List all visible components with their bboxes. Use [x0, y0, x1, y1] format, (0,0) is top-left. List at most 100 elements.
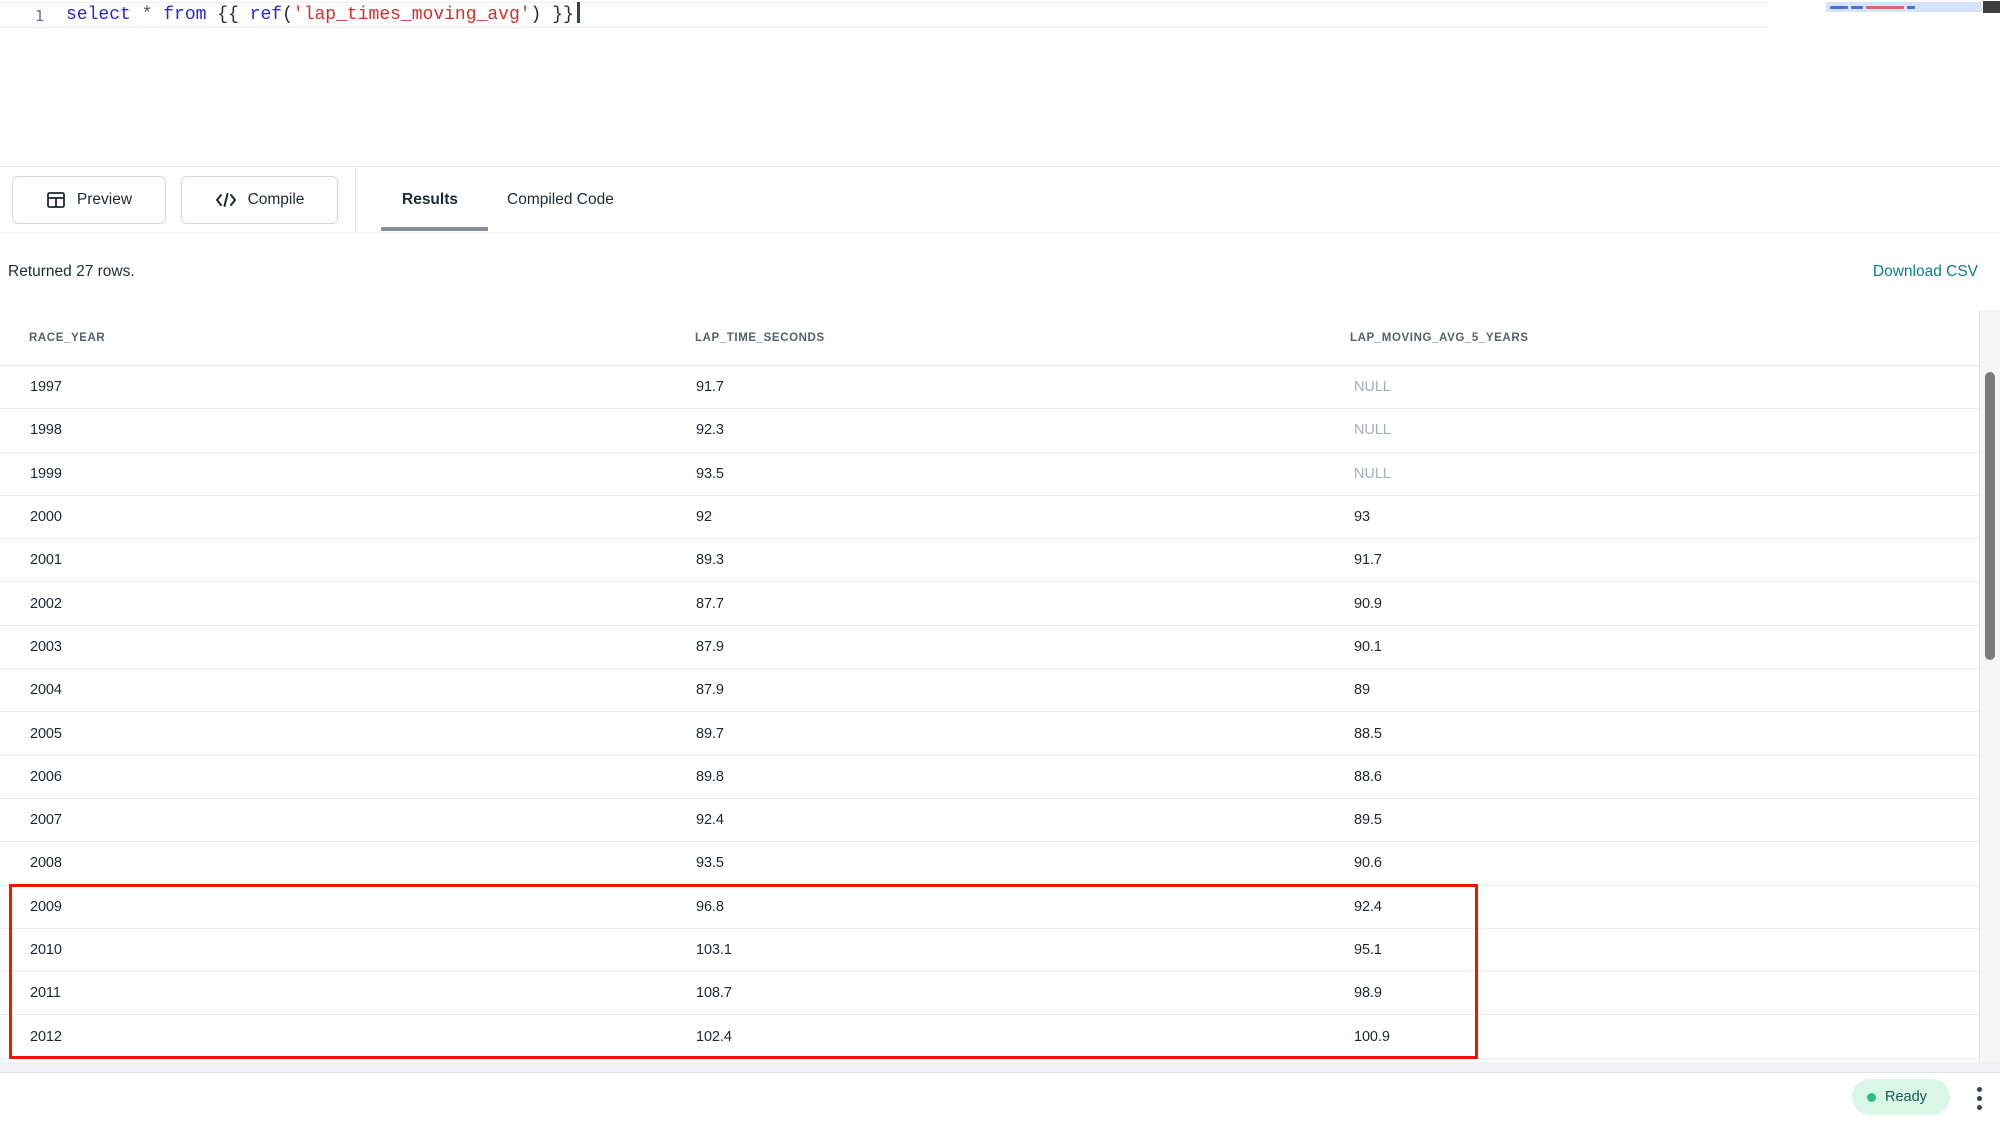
row-count-text: Returned 27 rows. [8, 263, 135, 281]
table-cell-lap-moving-avg-5-years: 89 [1354, 682, 1370, 698]
code-token [152, 5, 163, 25]
table-row: 200189.391.7 [0, 539, 1979, 582]
table-cell-lap-time-seconds: 91.7 [696, 379, 724, 395]
table-row: 200589.788.5 [0, 712, 1979, 755]
code-token: select [66, 5, 131, 25]
code-editor[interactable]: 1 select * from {{ ref('lap_times_moving… [0, 0, 2000, 166]
status-bar: Ready [0, 1073, 2000, 1124]
table-cell-lap-moving-avg-5-years: 92.4 [1354, 899, 1382, 915]
compile-button-label: Compile [248, 191, 305, 209]
table-cell-lap-moving-avg-5-years: 93 [1354, 509, 1370, 525]
table-cell-lap-moving-avg-5-years: 90.6 [1354, 855, 1382, 871]
table-cell-lap-moving-avg-5-years: 89.5 [1354, 812, 1382, 828]
table-cell-lap-moving-avg-5-years: NULL [1354, 422, 1391, 438]
table-cell-lap-time-seconds: 87.9 [696, 639, 724, 655]
horizontal-scrollbar-track[interactable] [0, 1062, 2000, 1073]
code-token: from [163, 5, 206, 25]
table-row: 2006 89.8 88.6 [0, 756, 1979, 799]
minimap-mark [1851, 6, 1863, 9]
table-cell-lap-time-seconds: 96.8 [696, 899, 724, 915]
kebab-menu-icon[interactable] [1970, 1081, 1988, 1115]
green-dot-icon [1867, 1093, 1876, 1102]
table-scrollbar-track[interactable] [1979, 310, 2000, 1073]
table-row: 2011 108.7 98.9 [0, 972, 1979, 1015]
code-token: ) [531, 5, 542, 25]
status-badge: Ready [1852, 1079, 1950, 1115]
code-token: {{ [206, 5, 249, 25]
toolbar-divider [355, 167, 356, 232]
table-cell-race-year: 2011 [30, 985, 61, 1001]
table-row: 1999 93.5 NULL [0, 453, 1979, 496]
table-cell-lap-moving-avg-5-years: NULL [1354, 466, 1391, 482]
table-cell-lap-time-seconds: 108.7 [696, 985, 732, 1001]
table-cell-lap-time-seconds: 89.8 [696, 769, 724, 785]
column-header-race-year: RACE_YEAR [29, 310, 105, 366]
code-line[interactable]: select * from {{ ref('lap_times_moving_a… [66, 2, 580, 28]
table-cell-race-year: 1997 [30, 379, 62, 395]
table-row: 200287.790.9 [0, 582, 1979, 625]
table-cell-lap-time-seconds: 92.4 [696, 812, 724, 828]
table-cell-lap-moving-avg-5-years: 95.1 [1354, 942, 1382, 958]
table-cell-race-year: 2004 [30, 682, 62, 698]
results-table-body: 199791.7NULL199892.3NULL199993.5NULL2000… [0, 366, 1979, 1059]
table-row: 200387.990.1 [0, 626, 1979, 669]
table-cell-race-year: 2009 [30, 899, 62, 915]
minimap-mark [1866, 6, 1904, 9]
table-cell-lap-time-seconds: 87.7 [696, 596, 724, 612]
table-cell-race-year: 2012 [30, 1029, 62, 1045]
table-cell-race-year: 1998 [30, 422, 62, 438]
code-token [131, 5, 142, 25]
table-cell-race-year: 2010 [30, 942, 62, 958]
table-cell-lap-time-seconds: 93.5 [696, 466, 724, 482]
table-row: 200893.590.6 [0, 842, 1979, 885]
tab-results-label: Results [402, 191, 458, 209]
table-cell-lap-time-seconds: 87.9 [696, 682, 724, 698]
table-cell-lap-moving-avg-5-years: 88.6 [1354, 769, 1382, 785]
code-token: ( [282, 5, 293, 25]
table-cell-race-year: 2001 [30, 552, 62, 568]
table-cell-lap-moving-avg-5-years: 88.5 [1354, 726, 1382, 742]
compile-button[interactable]: Compile [181, 176, 338, 224]
results-toolbar: Preview Compile Results Compiled Code [0, 166, 2000, 233]
editor-scrollbar[interactable] [1983, 1, 2000, 13]
table-cell-race-year: 2008 [30, 855, 62, 871]
status-badge-label: Ready [1885, 1089, 1927, 1105]
column-header-lap-time-seconds: LAP_TIME_SECONDS [695, 310, 825, 366]
table-cell-race-year: 2006 [30, 769, 62, 785]
table-row: 2009 96.8 92.4 [0, 886, 1979, 929]
table-row: 2012102.4100.9 [0, 1015, 1979, 1058]
code-token: }} [541, 5, 573, 25]
table-row: 2004 87.9 89 [0, 669, 1979, 712]
table-cell-lap-time-seconds: 92 [696, 509, 712, 525]
preview-button[interactable]: Preview [12, 176, 166, 224]
tab-compiled-code-label: Compiled Code [507, 191, 614, 209]
table-row: 2000 92 93 [0, 496, 1979, 539]
editor-minimap[interactable] [1826, 2, 1982, 12]
line-number: 1 [0, 4, 44, 28]
table-cell-lap-time-seconds: 89.7 [696, 726, 724, 742]
table-cell-lap-moving-avg-5-years: 91.7 [1354, 552, 1382, 568]
minimap-mark [1907, 6, 1915, 9]
preview-button-label: Preview [77, 191, 132, 209]
table-cell-race-year: 2007 [30, 812, 62, 828]
dbt-ide-page: 1 select * from {{ ref('lap_times_moving… [0, 0, 2000, 1124]
tab-results[interactable]: Results [402, 167, 458, 232]
table-cell-lap-moving-avg-5-years: 100.9 [1354, 1029, 1390, 1045]
table-cell-race-year: 2002 [30, 596, 62, 612]
table-cell-lap-time-seconds: 92.3 [696, 422, 724, 438]
tab-compiled-code[interactable]: Compiled Code [507, 167, 614, 232]
table-cell-race-year: 2000 [30, 509, 62, 525]
table-row: 2007 92.4 89.5 [0, 799, 1979, 842]
column-header-lap-moving-avg-5-years: LAP_MOVING_AVG_5_YEARS [1350, 310, 1529, 366]
table-cell-lap-moving-avg-5-years: 98.9 [1354, 985, 1382, 1001]
download-csv-link[interactable]: Download CSV [1873, 263, 1978, 281]
table-cell-race-year: 1999 [30, 466, 62, 482]
code-token: * [142, 5, 153, 25]
code-token: ref [250, 5, 282, 25]
table-cell-lap-moving-avg-5-years: 90.1 [1354, 639, 1382, 655]
table-row: 2010103.195.1 [0, 929, 1979, 972]
results-info-bar: Returned 27 rows. Download CSV [0, 234, 2000, 310]
table-row: 1998 92.3 NULL [0, 409, 1979, 452]
table-grid-icon [46, 190, 66, 210]
table-scrollbar-thumb[interactable] [1985, 372, 1995, 660]
